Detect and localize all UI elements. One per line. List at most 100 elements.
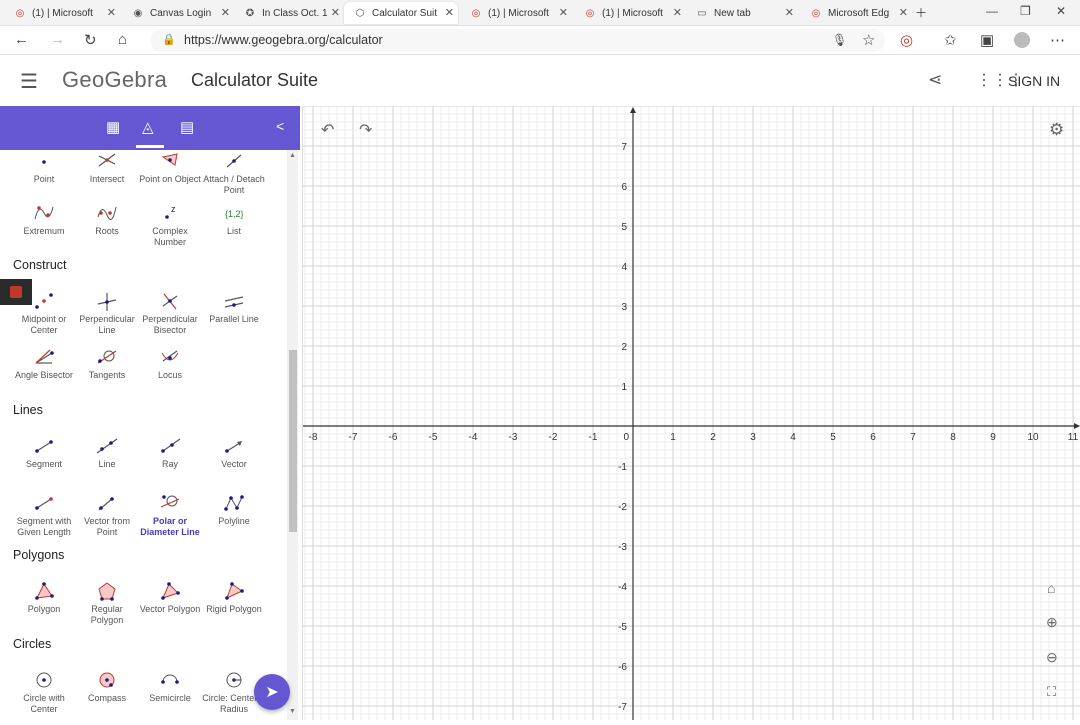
y-tick-label: 7 — [621, 142, 627, 153]
tool-regular-polygon[interactable]: Regular Polygon — [75, 578, 139, 626]
browser-tab[interactable]: ◎ (1) | Microsoft ✕ — [574, 2, 686, 24]
tool-label: Semicircle — [149, 693, 191, 703]
tool-vector[interactable]: Vector — [202, 433, 266, 470]
tab-close-icon[interactable]: ✕ — [221, 6, 230, 19]
tool-complex-number[interactable]: z Complex Number — [138, 200, 202, 248]
tool-perpendicular-line[interactable]: Perpendicular Line — [75, 288, 139, 336]
minimize-icon[interactable]: — — [986, 4, 998, 18]
forward-icon[interactable]: → — [50, 31, 65, 48]
tab-close-icon[interactable]: ✕ — [673, 6, 682, 19]
browser-tab-strip: ◎ (1) | Microsoft ✕ ◉ Canvas Login ✕ ✪ In Class… — [0, 0, 1080, 26]
tool-segment[interactable]: Segment — [12, 433, 76, 470]
tool-label: Vector from Point — [83, 516, 130, 537]
tab-label: In Class Oct. 1 — [262, 7, 328, 19]
tool-label: Point on Object — [139, 174, 201, 184]
scrollbar-thumb[interactable] — [289, 350, 297, 532]
tab-close-icon[interactable]: ✕ — [331, 6, 340, 19]
point-icon — [12, 150, 76, 174]
scroll-down-icon[interactable]: ▼ — [289, 708, 296, 715]
coordinate-grid[interactable]: -8 -7 -6 -5 -4 -3 -2 -1 0 1 2 3 4 5 6 7 8 9 10 11 7 6 5 4 3 2 1 -1 -… — [303, 105, 1080, 720]
graphics-settings-icon[interactable]: ⚙ — [1049, 120, 1064, 140]
share-icon[interactable]: ⋖ — [928, 70, 942, 90]
tool-point[interactable]: Point — [12, 150, 76, 185]
tool-semicircle[interactable]: Semicircle — [138, 667, 202, 704]
tool-tangents[interactable]: Tangents — [75, 344, 139, 381]
tool-extremum[interactable]: Extremum — [12, 200, 76, 237]
tool-circle-center[interactable]: Circle with Center — [12, 667, 76, 715]
extension-icon[interactable]: ◎ — [900, 31, 913, 49]
tool-label: Vector — [221, 459, 247, 469]
tab-close-icon[interactable]: ✕ — [107, 6, 116, 19]
tool-polar-line[interactable]: Polar or Diameter Line — [138, 490, 202, 538]
recording-indicator — [0, 279, 32, 305]
browser-tab[interactable]: ◉ Canvas Login ✕ — [122, 2, 234, 24]
section-heading: Lines — [13, 403, 43, 417]
url-field[interactable]: 🔒 https://www.geogebra.org/calculator — [150, 29, 885, 52]
undo-icon[interactable]: ↶ — [321, 120, 334, 140]
table-tab-icon[interactable]: ▤ — [180, 118, 194, 136]
tool-label: Locus — [157, 370, 183, 380]
tool-point-on-object[interactable]: Point on Object — [138, 150, 202, 185]
zoom-out-icon[interactable]: ⊖ — [1046, 649, 1058, 666]
graphics-view[interactable]: -8 -7 -6 -5 -4 -3 -2 -1 0 1 2 3 4 5 6 7 8 9 10 11 7 6 5 4 3 2 1 -1 -… — [302, 105, 1080, 720]
tab-close-icon[interactable]: ✕ — [785, 6, 794, 19]
tool-intersect[interactable]: Intersect — [75, 150, 139, 185]
refresh-icon[interactable]: ↻ — [84, 31, 97, 49]
tool-label: Perpendicular Line — [79, 314, 135, 335]
tool-rigid-polygon[interactable]: Rigid Polygon — [202, 578, 266, 615]
tool-perpendicular-bisector[interactable]: Perpendicular Bisector — [138, 288, 202, 336]
window-close-icon[interactable]: ✕ — [1056, 4, 1066, 18]
more-icon[interactable]: ⋯ — [1050, 31, 1065, 49]
home-icon[interactable]: ⌂ — [118, 31, 127, 48]
move-tool-fab[interactable]: ➤ — [254, 674, 290, 710]
tool-compass[interactable]: Compass — [75, 667, 139, 704]
browser-tab[interactable]: ▭ New tab ✕ — [686, 2, 798, 24]
standard-view-home-icon[interactable]: ⌂ — [1047, 580, 1055, 596]
tool-list[interactable]: {1,2} List — [202, 200, 266, 237]
zoom-in-icon[interactable]: ⊕ — [1046, 614, 1058, 631]
browser-tab[interactable]: ◎ Microsoft Edg ✕ — [800, 2, 912, 24]
tool-line[interactable]: Line — [75, 433, 139, 470]
x-tick-label: 0 — [623, 432, 629, 443]
browser-tab[interactable]: ✪ In Class Oct. 1 ✕ — [234, 2, 344, 24]
tool-attach-point[interactable]: Attach / Detach Point — [202, 150, 266, 196]
tool-polyline[interactable]: Polyline — [202, 490, 266, 527]
tool-vector-from-point[interactable]: Vector from Point — [75, 490, 139, 538]
tool-angle-bisector[interactable]: Angle Bisector — [12, 344, 76, 381]
tool-parallel-line[interactable]: Parallel Line — [202, 288, 266, 325]
tab-close-icon[interactable]: ✕ — [899, 6, 908, 19]
x-tick-label: 5 — [830, 432, 836, 443]
tool-polygon[interactable]: Polygon — [12, 578, 76, 615]
favorite-star-icon[interactable]: ☆ — [862, 31, 875, 49]
back-icon[interactable]: ← — [14, 31, 29, 48]
x-tick-label: 3 — [750, 432, 756, 443]
restore-icon[interactable]: ❐ — [1020, 4, 1031, 18]
vector-polygon-icon — [138, 578, 202, 604]
collections-icon[interactable]: ▣ — [980, 31, 994, 49]
tool-segment-length[interactable]: Segment with Given Length — [12, 490, 76, 538]
tools-tab-icon[interactable]: ◬ — [142, 118, 154, 136]
favorites-icon[interactable]: ✩ — [944, 31, 957, 49]
collapse-panel-icon[interactable]: < — [276, 118, 284, 134]
tab-close-icon[interactable]: ✕ — [445, 6, 454, 19]
redo-icon[interactable]: ↷ — [359, 120, 372, 140]
angle-bisector-icon — [12, 344, 76, 370]
browser-tab[interactable]: ⬡ Calculator Suit ✕ — [344, 2, 458, 24]
new-tab-icon[interactable]: ＋ — [915, 4, 927, 21]
algebra-tab-calculator-icon[interactable]: ▦ — [106, 118, 120, 136]
browser-tab[interactable]: ◎ (1) | Microsoft ✕ — [460, 2, 572, 24]
tool-ray[interactable]: Ray — [138, 433, 202, 470]
fullscreen-icon[interactable]: ⛶ — [1047, 684, 1056, 700]
browser-tab[interactable]: ◎ (1) | Microsoft ✕ — [4, 2, 120, 24]
list-icon: {1,2} — [202, 200, 266, 226]
x-tick-label: -4 — [469, 432, 478, 443]
tool-locus[interactable]: Locus — [138, 344, 202, 381]
microphone-icon[interactable]: 🎙 — [832, 33, 847, 47]
tab-close-icon[interactable]: ✕ — [559, 6, 568, 19]
sign-in-button[interactable]: SIGN IN — [1008, 73, 1060, 89]
tool-roots[interactable]: Roots — [75, 200, 139, 237]
profile-avatar[interactable] — [1014, 32, 1030, 48]
tool-vector-polygon[interactable]: Vector Polygon — [138, 578, 202, 615]
scroll-up-icon[interactable]: ▲ — [289, 152, 296, 159]
hamburger-menu-icon[interactable]: ☰ — [20, 69, 38, 94]
